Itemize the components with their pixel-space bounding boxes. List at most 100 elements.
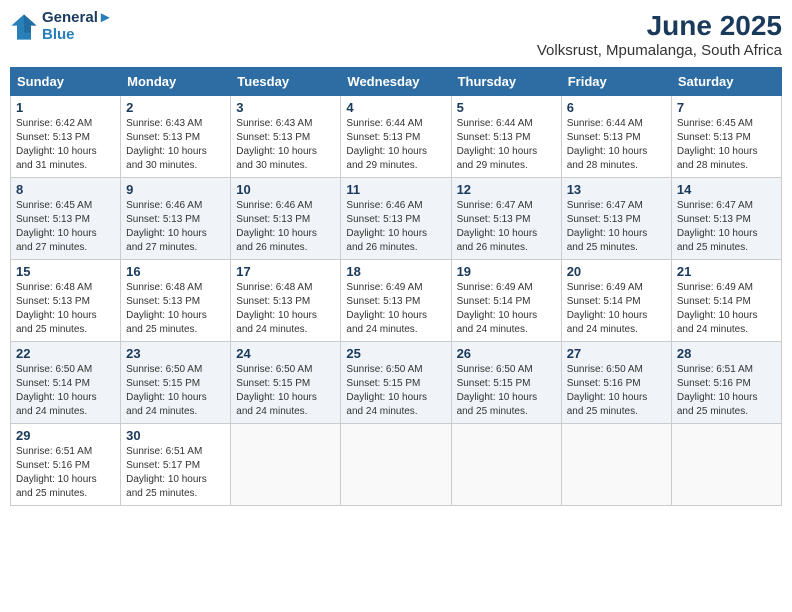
calendar-cell bbox=[341, 424, 451, 506]
day-number: 7 bbox=[677, 100, 776, 115]
day-info: Sunrise: 6:50 AM Sunset: 5:15 PM Dayligh… bbox=[236, 363, 335, 419]
day-number: 19 bbox=[457, 264, 556, 279]
calendar-cell: 5Sunrise: 6:44 AM Sunset: 5:13 PM Daylig… bbox=[451, 96, 561, 178]
logo: General► Blue bbox=[10, 10, 113, 43]
calendar-cell bbox=[451, 424, 561, 506]
day-number: 26 bbox=[457, 346, 556, 361]
day-info: Sunrise: 6:47 AM Sunset: 5:13 PM Dayligh… bbox=[677, 199, 776, 255]
day-info: Sunrise: 6:48 AM Sunset: 5:13 PM Dayligh… bbox=[16, 281, 115, 337]
calendar-cell: 20 Sunrise: 6:49 AM Sunset: 5:14 PM Dayli… bbox=[561, 260, 671, 342]
day-number: 10 bbox=[236, 182, 335, 197]
weekday-header-monday: Monday bbox=[121, 68, 231, 96]
logo-text: General► Blue bbox=[42, 10, 113, 43]
day-info: Sunrise: 6:44 AM Sunset: 5:13 PM Dayligh… bbox=[457, 117, 556, 173]
day-info: Sunrise: 6:43 AM Sunset: 5:13 PM Dayligh… bbox=[236, 117, 335, 173]
day-info: Sunrise: 6:48 AM Sunset: 5:13 PM Dayligh… bbox=[236, 281, 335, 337]
day-number: 15 bbox=[16, 264, 115, 279]
calendar-cell: 4 Sunrise: 6:44 AM Sunset: 5:13 PM Daylig… bbox=[341, 96, 451, 178]
calendar-week-row: 15 Sunrise: 6:48 AM Sunset: 5:13 PM Dayli… bbox=[11, 260, 782, 342]
day-info: Sunrise: 6:45 AM Sunset: 5:13 PM Dayligh… bbox=[16, 199, 115, 255]
title-block: June 2025 Volksrust, Mpumalanga, South A… bbox=[537, 10, 782, 59]
calendar-cell: 25 Sunrise: 6:50 AM Sunset: 5:15 PM Dayli… bbox=[341, 342, 451, 424]
day-info: Sunrise: 6:49 AM Sunset: 5:14 PM Dayligh… bbox=[457, 281, 556, 337]
day-info: Sunrise: 6:46 AM Sunset: 5:13 PM Dayligh… bbox=[236, 199, 335, 255]
calendar-cell bbox=[671, 424, 781, 506]
day-info: Sunrise: 6:44 AM Sunset: 5:13 PM Dayligh… bbox=[567, 117, 666, 173]
day-number: 23 bbox=[126, 346, 225, 361]
day-number: 20 bbox=[567, 264, 666, 279]
calendar-cell: 24Sunrise: 6:50 AM Sunset: 5:15 PM Dayli… bbox=[231, 342, 341, 424]
logo-icon bbox=[10, 13, 38, 41]
calendar-cell bbox=[231, 424, 341, 506]
day-info: Sunrise: 6:50 AM Sunset: 5:15 PM Dayligh… bbox=[126, 363, 225, 419]
day-info: Sunrise: 6:43 AM Sunset: 5:13 PM Dayligh… bbox=[126, 117, 225, 173]
calendar-cell: 6 Sunrise: 6:44 AM Sunset: 5:13 PM Daylig… bbox=[561, 96, 671, 178]
calendar-cell: 7 Sunrise: 6:45 AM Sunset: 5:13 PM Daylig… bbox=[671, 96, 781, 178]
calendar-cell: 9Sunrise: 6:46 AM Sunset: 5:13 PM Daylig… bbox=[121, 178, 231, 260]
calendar-header-row: SundayMondayTuesdayWednesdayThursdayFrid… bbox=[11, 68, 782, 96]
calendar-cell: 14 Sunrise: 6:47 AM Sunset: 5:13 PM Dayli… bbox=[671, 178, 781, 260]
day-number: 1 bbox=[16, 100, 115, 115]
day-number: 3 bbox=[236, 100, 335, 115]
day-number: 11 bbox=[346, 182, 445, 197]
calendar-cell: 13Sunrise: 6:47 AM Sunset: 5:13 PM Dayli… bbox=[561, 178, 671, 260]
day-info: Sunrise: 6:49 AM Sunset: 5:14 PM Dayligh… bbox=[677, 281, 776, 337]
day-info: Sunrise: 6:48 AM Sunset: 5:13 PM Dayligh… bbox=[126, 281, 225, 337]
day-number: 27 bbox=[567, 346, 666, 361]
weekday-header-wednesday: Wednesday bbox=[341, 68, 451, 96]
calendar-cell: 11 Sunrise: 6:46 AM Sunset: 5:13 PM Dayli… bbox=[341, 178, 451, 260]
day-info: Sunrise: 6:50 AM Sunset: 5:15 PM Dayligh… bbox=[346, 363, 445, 419]
day-info: Sunrise: 6:49 AM Sunset: 5:14 PM Dayligh… bbox=[567, 281, 666, 337]
day-number: 25 bbox=[346, 346, 445, 361]
day-number: 28 bbox=[677, 346, 776, 361]
day-number: 18 bbox=[346, 264, 445, 279]
calendar-cell: 2Sunrise: 6:43 AM Sunset: 5:13 PM Daylig… bbox=[121, 96, 231, 178]
day-number: 22 bbox=[16, 346, 115, 361]
day-info: Sunrise: 6:50 AM Sunset: 5:16 PM Dayligh… bbox=[567, 363, 666, 419]
calendar-cell: 17Sunrise: 6:48 AM Sunset: 5:13 PM Dayli… bbox=[231, 260, 341, 342]
day-info: Sunrise: 6:49 AM Sunset: 5:13 PM Dayligh… bbox=[346, 281, 445, 337]
page-header: General► Blue June 2025 Volksrust, Mpuma… bbox=[10, 10, 782, 59]
weekday-header-tuesday: Tuesday bbox=[231, 68, 341, 96]
day-info: Sunrise: 6:46 AM Sunset: 5:13 PM Dayligh… bbox=[346, 199, 445, 255]
calendar-cell: 16 Sunrise: 6:48 AM Sunset: 5:13 PM Dayli… bbox=[121, 260, 231, 342]
day-info: Sunrise: 6:50 AM Sunset: 5:14 PM Dayligh… bbox=[16, 363, 115, 419]
calendar-cell: 1 Sunrise: 6:42 AM Sunset: 5:13 PM Daylig… bbox=[11, 96, 121, 178]
day-number: 6 bbox=[567, 100, 666, 115]
calendar-cell: 29Sunrise: 6:51 AM Sunset: 5:16 PM Dayli… bbox=[11, 424, 121, 506]
day-info: Sunrise: 6:45 AM Sunset: 5:13 PM Dayligh… bbox=[677, 117, 776, 173]
day-number: 14 bbox=[677, 182, 776, 197]
day-info: Sunrise: 6:44 AM Sunset: 5:13 PM Dayligh… bbox=[346, 117, 445, 173]
day-number: 16 bbox=[126, 264, 225, 279]
calendar-cell: 26 Sunrise: 6:50 AM Sunset: 5:15 PM Dayli… bbox=[451, 342, 561, 424]
calendar-cell: 30 Sunrise: 6:51 AM Sunset: 5:17 PM Dayli… bbox=[121, 424, 231, 506]
day-info: Sunrise: 6:42 AM Sunset: 5:13 PM Dayligh… bbox=[16, 117, 115, 173]
calendar-cell: 21 Sunrise: 6:49 AM Sunset: 5:14 PM Dayli… bbox=[671, 260, 781, 342]
day-number: 4 bbox=[346, 100, 445, 115]
calendar-cell: 12Sunrise: 6:47 AM Sunset: 5:13 PM Dayli… bbox=[451, 178, 561, 260]
day-number: 13 bbox=[567, 182, 666, 197]
calendar-cell: 22 Sunrise: 6:50 AM Sunset: 5:14 PM Dayli… bbox=[11, 342, 121, 424]
weekday-header-saturday: Saturday bbox=[671, 68, 781, 96]
day-number: 30 bbox=[126, 428, 225, 443]
day-info: Sunrise: 6:51 AM Sunset: 5:17 PM Dayligh… bbox=[126, 445, 225, 501]
location-title: Volksrust, Mpumalanga, South Africa bbox=[537, 42, 782, 59]
calendar-table: SundayMondayTuesdayWednesdayThursdayFrid… bbox=[10, 67, 782, 506]
calendar-cell: 27 Sunrise: 6:50 AM Sunset: 5:16 PM Dayli… bbox=[561, 342, 671, 424]
day-number: 9 bbox=[126, 182, 225, 197]
calendar-cell: 10 Sunrise: 6:46 AM Sunset: 5:13 PM Dayli… bbox=[231, 178, 341, 260]
day-info: Sunrise: 6:51 AM Sunset: 5:16 PM Dayligh… bbox=[677, 363, 776, 419]
calendar-cell: 8Sunrise: 6:45 AM Sunset: 5:13 PM Daylig… bbox=[11, 178, 121, 260]
day-info: Sunrise: 6:51 AM Sunset: 5:16 PM Dayligh… bbox=[16, 445, 115, 501]
day-number: 21 bbox=[677, 264, 776, 279]
calendar-cell: 15 Sunrise: 6:48 AM Sunset: 5:13 PM Dayli… bbox=[11, 260, 121, 342]
weekday-header-sunday: Sunday bbox=[11, 68, 121, 96]
calendar-week-row: 29Sunrise: 6:51 AM Sunset: 5:16 PM Dayli… bbox=[11, 424, 782, 506]
day-info: Sunrise: 6:50 AM Sunset: 5:15 PM Dayligh… bbox=[457, 363, 556, 419]
calendar-cell: 18 Sunrise: 6:49 AM Sunset: 5:13 PM Dayli… bbox=[341, 260, 451, 342]
calendar-cell: 23 Sunrise: 6:50 AM Sunset: 5:15 PM Dayli… bbox=[121, 342, 231, 424]
calendar-week-row: 1 Sunrise: 6:42 AM Sunset: 5:13 PM Daylig… bbox=[11, 96, 782, 178]
calendar-cell: 3 Sunrise: 6:43 AM Sunset: 5:13 PM Daylig… bbox=[231, 96, 341, 178]
month-title: June 2025 bbox=[537, 10, 782, 42]
calendar-cell bbox=[561, 424, 671, 506]
